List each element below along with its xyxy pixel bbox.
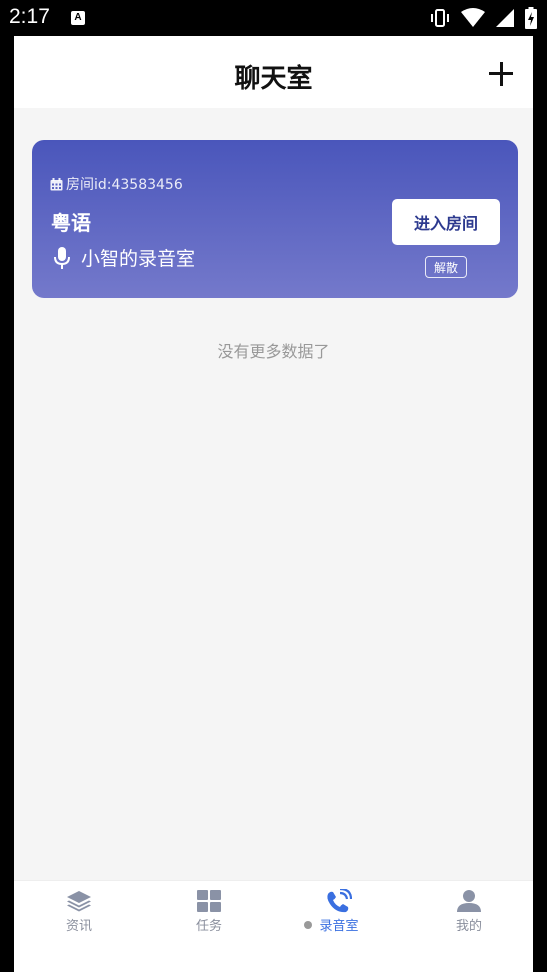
room-language: 粤语 (51, 211, 91, 235)
dissolve-room-button[interactable]: 解散 (425, 256, 467, 278)
app-screen: 聊天室 房间id:43583456 粤语 小智的录音室 进入房间 解散 没有更多… (14, 36, 533, 972)
status-time: 2:17 (9, 5, 50, 28)
enter-room-button[interactable]: 进入房间 (392, 199, 500, 245)
tab-mine[interactable]: 我的 (404, 881, 533, 941)
tab-tasks-label: 任务 (195, 919, 222, 934)
tab-mine-label: 我的 (455, 919, 482, 934)
phone-icon (326, 889, 352, 913)
tab-recording-room[interactable]: 录音室 (274, 881, 404, 941)
grid-icon (196, 889, 222, 913)
notification-badge-icon: A (71, 11, 85, 25)
room-id: 房间id:43583456 (66, 177, 183, 193)
tab-recording-room-label: 录音室 (319, 919, 359, 934)
room-owner-name: 小智的录音室 (81, 248, 196, 270)
status-bar: 2:17 A (0, 0, 547, 36)
status-icons (429, 7, 537, 29)
microphone-icon (54, 246, 70, 269)
vibrate-icon (431, 9, 449, 27)
no-more-data-hint: 没有更多数据了 (217, 342, 330, 361)
layers-icon (66, 889, 92, 913)
header: 聊天室 (14, 36, 533, 108)
active-indicator-dot (304, 921, 312, 929)
add-room-button[interactable] (489, 62, 513, 86)
room-id-row: 房间id:43583456 (50, 174, 183, 194)
bottom-tab-bar: 资讯 任务 录音室 我的 (14, 880, 533, 972)
page-title: 聊天室 (234, 64, 313, 94)
tab-news[interactable]: 资讯 (14, 881, 144, 941)
wifi-icon (461, 8, 485, 27)
battery-icon (525, 7, 537, 29)
calendar-icon (50, 177, 63, 190)
room-owner-row: 小智的录音室 (54, 244, 195, 271)
tab-news-label: 资讯 (65, 919, 92, 934)
tab-tasks[interactable]: 任务 (144, 881, 274, 941)
user-icon (456, 889, 482, 913)
room-card[interactable]: 房间id:43583456 粤语 小智的录音室 进入房间 解散 (32, 140, 518, 298)
signal-icon (496, 9, 514, 27)
